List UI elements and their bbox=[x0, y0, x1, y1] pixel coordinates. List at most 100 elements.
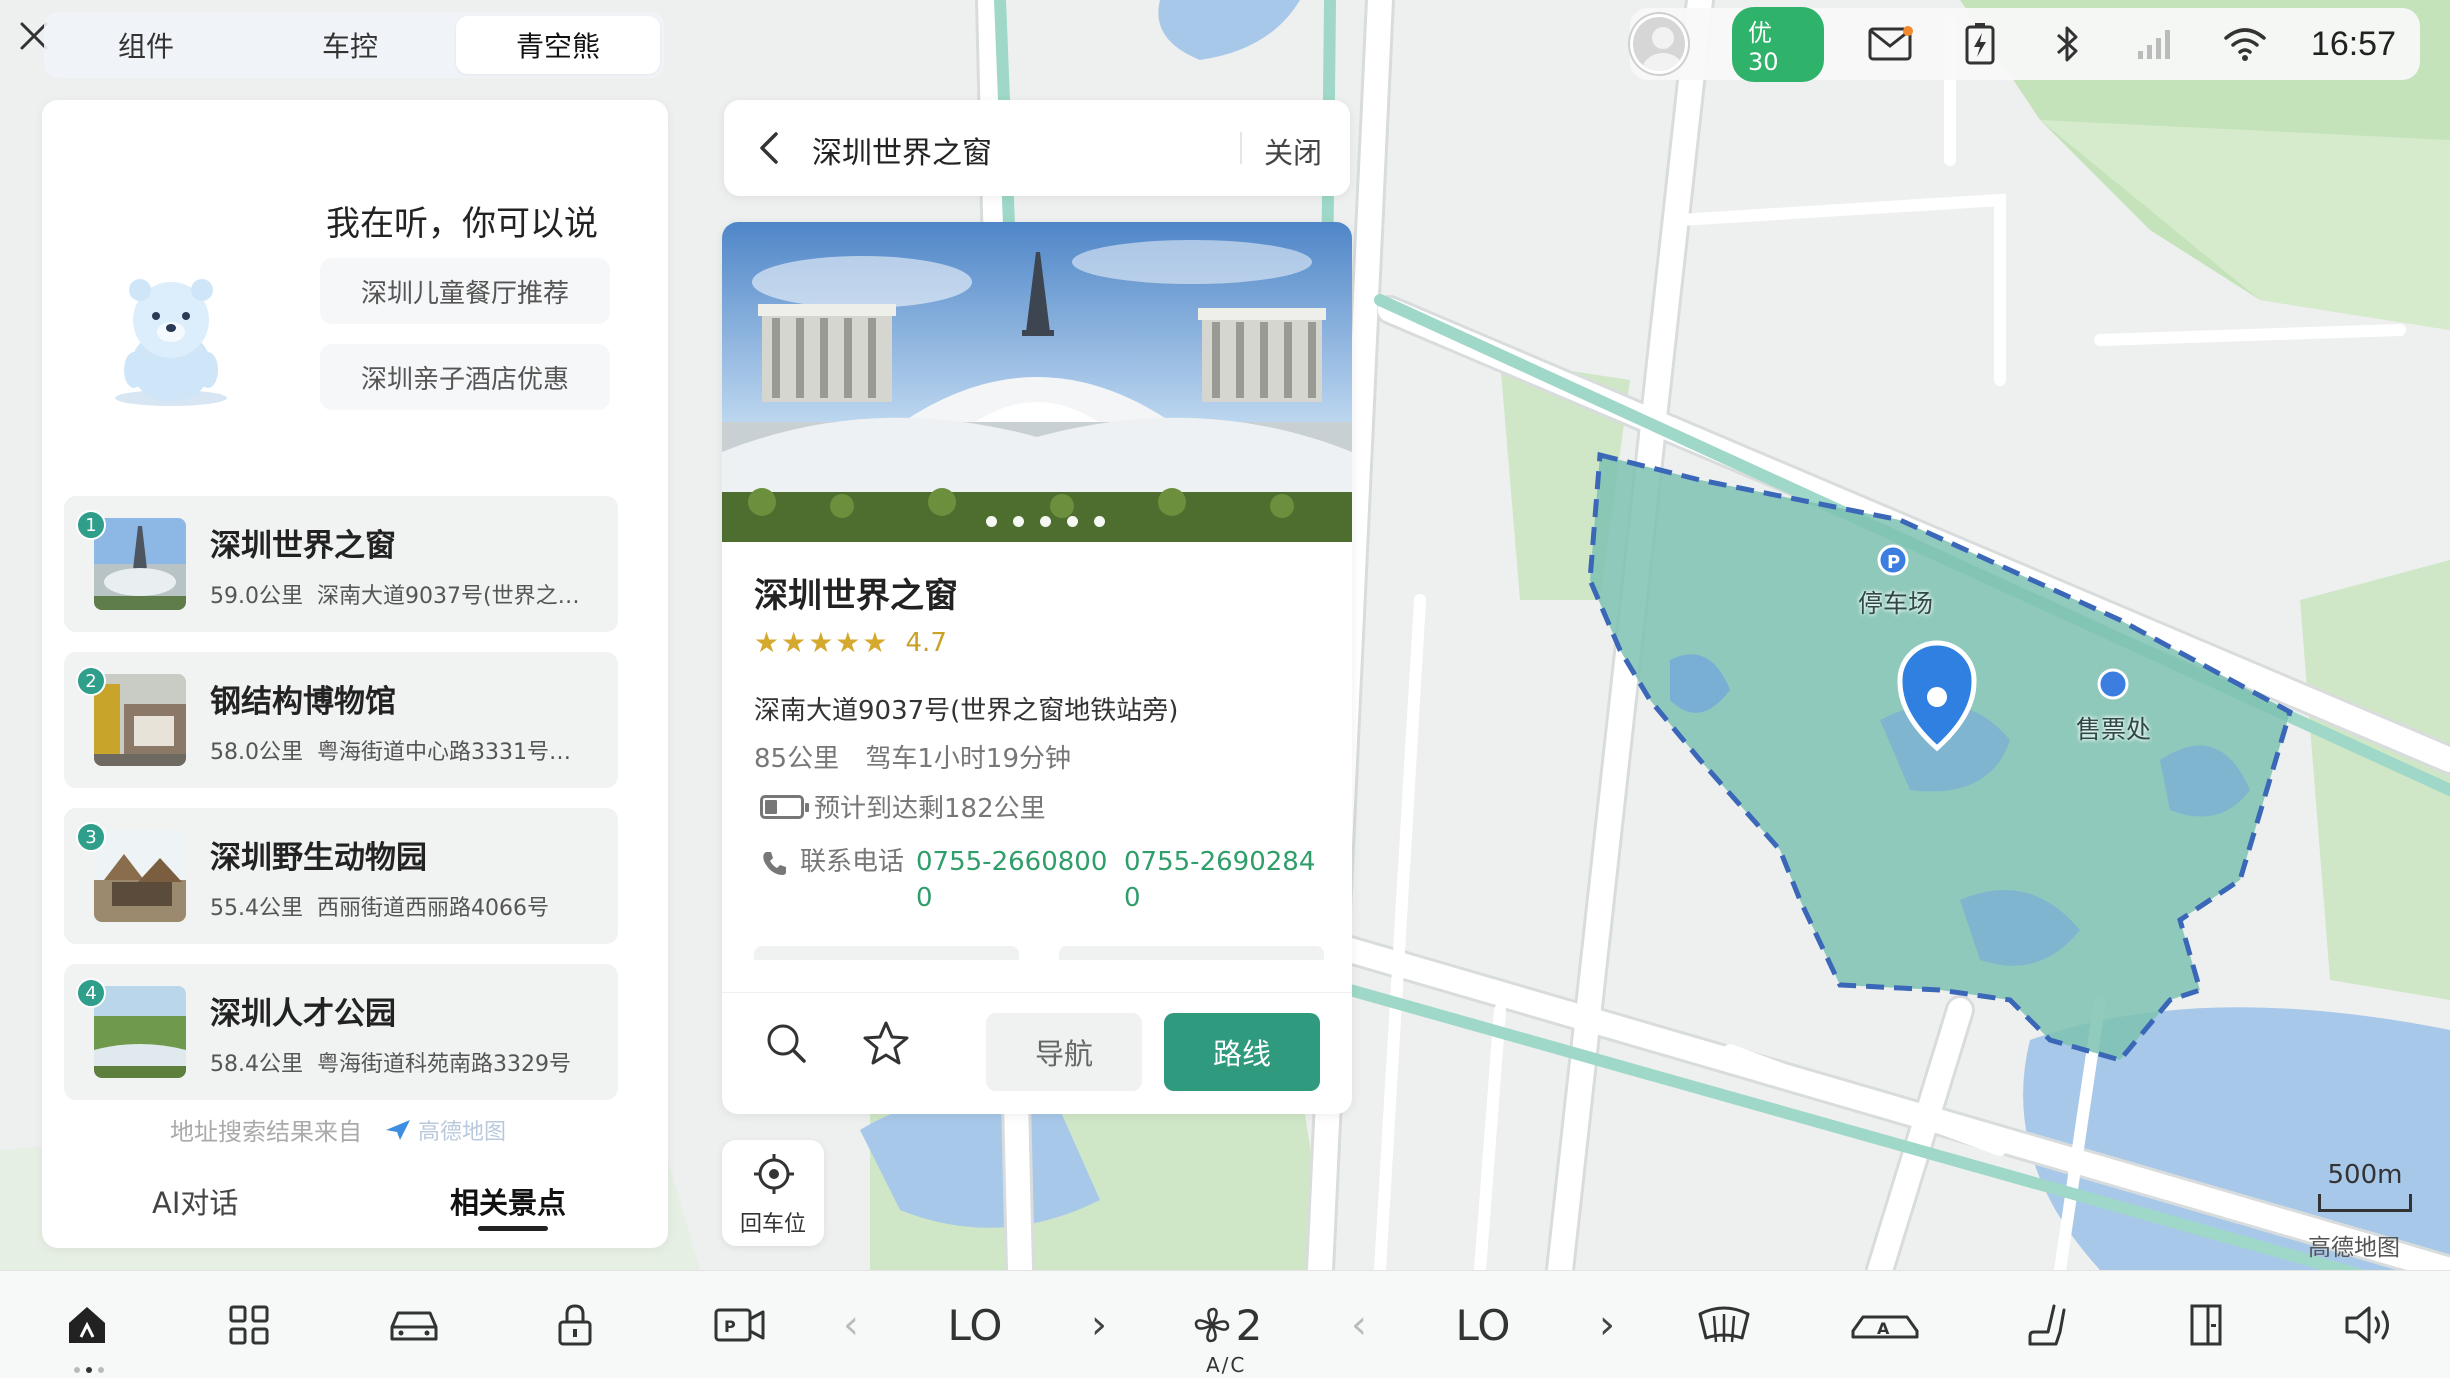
battery-icon bbox=[760, 794, 809, 819]
poi-item[interactable]: 4 深圳人才公园 58.4公里 粤海街道科苑南路3329号 bbox=[64, 964, 618, 1100]
favorite-star-icon[interactable] bbox=[858, 1015, 914, 1071]
phone-icon bbox=[763, 852, 786, 875]
close-button[interactable]: 关闭 bbox=[1264, 130, 1322, 172]
scale-text: 500m bbox=[2327, 1160, 2403, 1190]
poi-detail-distance-row: 85公里 驾车1小时19分钟 bbox=[754, 738, 1089, 775]
dashcam-icon[interactable]: P bbox=[712, 1295, 768, 1355]
navigate-button[interactable]: 导航 bbox=[986, 1013, 1142, 1091]
tab-assistant[interactable]: 青空熊 bbox=[456, 16, 660, 74]
carousel-dot[interactable] bbox=[1013, 516, 1024, 527]
search-source: 地址搜索结果来自 高德地图 bbox=[170, 1112, 506, 1147]
active-tab-indicator bbox=[478, 1226, 548, 1231]
top-bar: 组件 车控 青空熊 bbox=[0, 0, 670, 90]
svg-text:P: P bbox=[724, 1317, 736, 1336]
suggestion-chip-1[interactable]: 深圳儿童餐厅推荐 bbox=[320, 258, 610, 324]
tab-ai-chat[interactable]: AI对话 bbox=[152, 1180, 238, 1222]
poi-address: 粤海街道科苑南路3329号 bbox=[317, 1052, 571, 1077]
carousel-dot[interactable] bbox=[986, 516, 997, 527]
door-icon[interactable] bbox=[2178, 1295, 2234, 1355]
fan-control[interactable]: 2 bbox=[1190, 1295, 1264, 1355]
clock: 16:57 bbox=[2310, 24, 2396, 63]
source-provider-name: 高德地图 bbox=[418, 1119, 507, 1145]
bear-mascot-icon bbox=[106, 270, 236, 410]
user-avatar[interactable] bbox=[1629, 14, 1688, 74]
left-temp-up-icon[interactable]: › bbox=[1084, 1295, 1114, 1355]
ac-label[interactable]: A/C bbox=[1206, 1353, 1246, 1377]
poi-detail-drive-time: 驾车1小时19分钟 bbox=[865, 744, 1071, 774]
lock-icon[interactable] bbox=[548, 1295, 602, 1355]
carousel-dots[interactable] bbox=[986, 516, 1105, 527]
poi-meta: 58.0公里粤海街道中心路3331号中建科工大厦 bbox=[210, 734, 590, 766]
right-temp-down-icon[interactable]: ‹ bbox=[1344, 1295, 1374, 1355]
left-temp[interactable]: LO bbox=[944, 1295, 1006, 1355]
poi-name: 深圳世界之窗 bbox=[210, 528, 396, 564]
poi-meta: 55.4公里 西丽街道西丽路4066号 bbox=[210, 890, 590, 922]
status-bar: 优 30 16:57 bbox=[1629, 6, 2420, 82]
svg-text:A: A bbox=[1877, 1319, 1890, 1338]
poi-item[interactable]: 2 钢结构博物馆 58.0公里粤海街道中心路3331号中建科工大厦 bbox=[64, 652, 618, 788]
tab-widgets[interactable]: 组件 bbox=[44, 12, 248, 78]
amap-logo-icon bbox=[386, 1119, 410, 1140]
poi-distance: 55.4公里 bbox=[210, 896, 303, 921]
auto-climate-icon[interactable]: A bbox=[1848, 1295, 1922, 1355]
poi-detail-name: 深圳世界之窗 bbox=[754, 576, 958, 616]
home-icon[interactable] bbox=[60, 1295, 114, 1355]
back-icon[interactable] bbox=[750, 128, 790, 168]
bluetooth-icon[interactable] bbox=[2046, 21, 2090, 67]
poi-address: 西丽街道西丽路4066号 bbox=[317, 896, 549, 921]
suggestion-chip-2[interactable]: 深圳亲子酒店优惠 bbox=[320, 344, 610, 410]
right-temp[interactable]: LO bbox=[1452, 1295, 1514, 1355]
poi-detail-distance: 85公里 bbox=[754, 744, 840, 774]
poi-name: 钢结构博物馆 bbox=[210, 684, 396, 720]
apps-grid-icon[interactable] bbox=[222, 1295, 276, 1355]
phone-number-2[interactable]: 0755-26902840 bbox=[1124, 844, 1320, 916]
route-button[interactable]: 路线 bbox=[1164, 1013, 1320, 1091]
phone-number-1[interactable]: 0755-26608000 bbox=[916, 844, 1112, 916]
tab-related-spots[interactable]: 相关景点 bbox=[450, 1180, 566, 1222]
assistant-panel: 我在听，你可以说 深圳儿童餐厅推荐 深圳亲子酒店优惠 1 深圳世界之窗 59.0… bbox=[42, 100, 668, 1248]
poi-index: 3 bbox=[76, 822, 106, 852]
detail-header: 深圳世界之窗 关闭 bbox=[724, 100, 1350, 196]
volume-icon[interactable] bbox=[2340, 1295, 2400, 1355]
map-brand: 高德地图 bbox=[2308, 1235, 2400, 1261]
signal-icon bbox=[2134, 21, 2178, 67]
poi-index: 4 bbox=[76, 978, 106, 1008]
recenter-button[interactable]: 回车位 bbox=[722, 1140, 824, 1246]
poi-distance: 58.0公里 bbox=[210, 740, 303, 765]
poi-thumbnail bbox=[94, 830, 186, 922]
search-icon[interactable] bbox=[758, 1015, 814, 1071]
poi-list: 1 深圳世界之窗 59.0公里深南大道9037号(世界之窗地铁站旁) 2 钢结构… bbox=[64, 496, 618, 1120]
left-temp-down-icon[interactable]: ‹ bbox=[836, 1295, 866, 1355]
scale-bar bbox=[2318, 1194, 2412, 1212]
poi-item[interactable]: 3 深圳野生动物园 55.4公里 西丽街道西丽路4066号 bbox=[64, 808, 618, 944]
source-text: 地址搜索结果来自 bbox=[170, 1118, 362, 1146]
front-defrost-icon[interactable] bbox=[1694, 1295, 1754, 1355]
air-quality-badge[interactable]: 优 30 bbox=[1731, 6, 1824, 82]
tab-vehicle-control[interactable]: 车控 bbox=[248, 12, 452, 78]
map-label-parking[interactable]: 停车场 bbox=[1858, 584, 1933, 620]
poi-distance: 58.4公里 bbox=[210, 1052, 303, 1077]
fan-icon bbox=[1194, 1307, 1229, 1343]
car-icon[interactable] bbox=[384, 1295, 444, 1355]
carousel-dot[interactable] bbox=[1067, 516, 1078, 527]
map-label-ticket[interactable]: 售票处 bbox=[2076, 710, 2151, 746]
carousel-dot[interactable] bbox=[1094, 516, 1105, 527]
rating: ★★★★★ 4.7 bbox=[754, 626, 947, 659]
charging-icon[interactable] bbox=[1958, 21, 2002, 67]
ticket-marker-icon bbox=[2097, 668, 2129, 700]
right-temp-up-icon[interactable]: › bbox=[1592, 1295, 1622, 1355]
seat-heat-icon[interactable] bbox=[2020, 1295, 2076, 1355]
poi-item[interactable]: 1 深圳世界之窗 59.0公里深南大道9037号(世界之窗地铁站旁) bbox=[64, 496, 618, 632]
wifi-icon[interactable] bbox=[2223, 21, 2267, 67]
rating-stars-icon: ★★★★★ bbox=[754, 626, 890, 659]
poi-index: 2 bbox=[76, 666, 106, 696]
poi-name: 深圳人才公园 bbox=[210, 996, 396, 1032]
recenter-label: 回车位 bbox=[739, 1212, 806, 1237]
svg-text:P: P bbox=[1887, 552, 1900, 573]
message-icon[interactable] bbox=[1868, 21, 1914, 67]
fan-level: 2 bbox=[1235, 1300, 1263, 1350]
top-tabs: 组件 车控 青空熊 bbox=[44, 12, 664, 78]
more-content-hint bbox=[754, 946, 1324, 960]
poi-photo-carousel[interactable] bbox=[722, 222, 1352, 542]
carousel-dot[interactable] bbox=[1040, 516, 1051, 527]
